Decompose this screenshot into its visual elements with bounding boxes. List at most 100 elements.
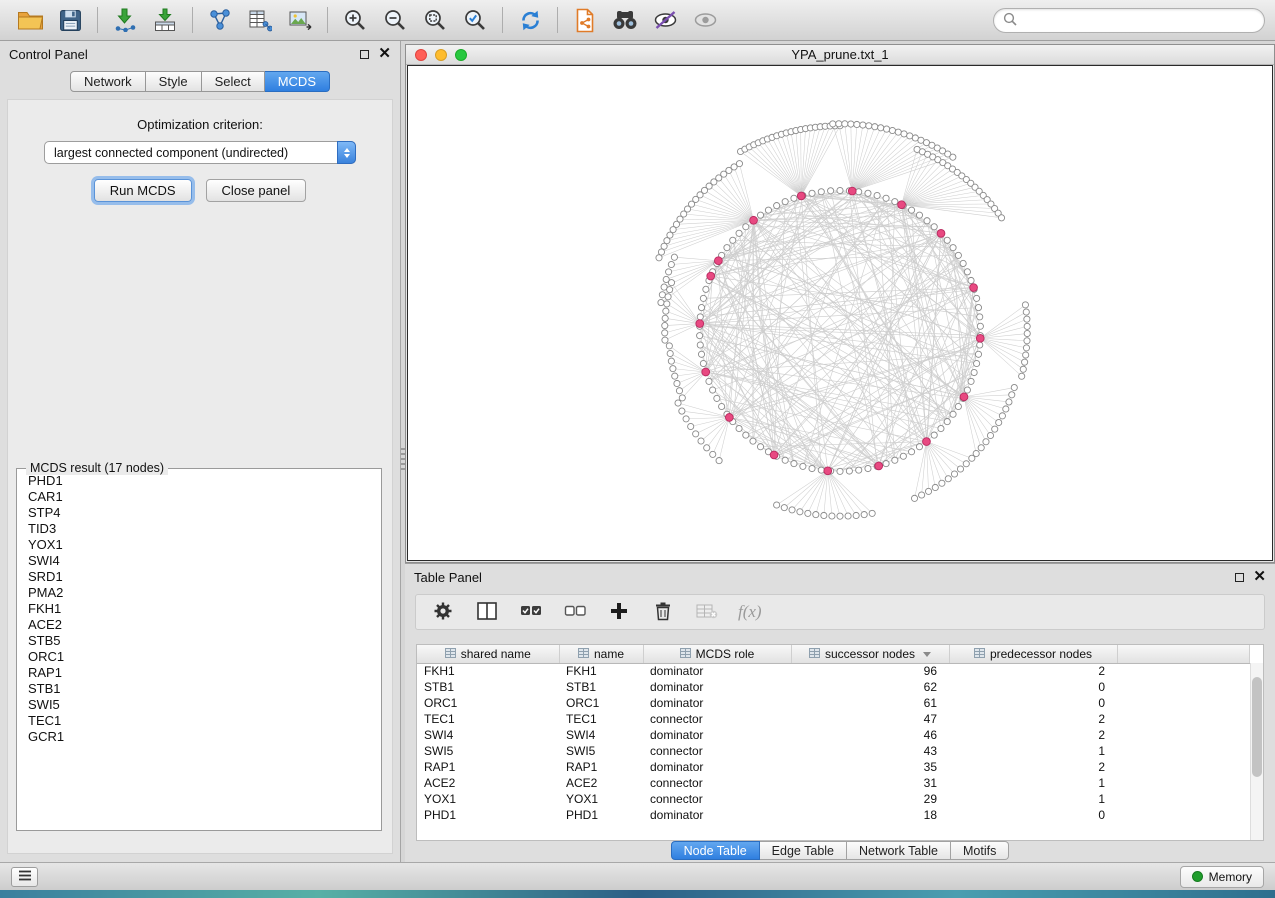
- mcds-result-item[interactable]: FKH1: [19, 601, 379, 617]
- table-settings-button[interactable]: [430, 599, 456, 625]
- table-cell[interactable]: 2: [949, 727, 1117, 743]
- export-document-button[interactable]: [565, 4, 605, 36]
- table-cell[interactable]: dominator: [643, 695, 791, 711]
- table-cell[interactable]: PHD1: [559, 807, 643, 823]
- column-header-mcds-role[interactable]: MCDS role: [643, 645, 791, 663]
- table-scrollbar[interactable]: [1250, 663, 1263, 840]
- memory-button[interactable]: Memory: [1180, 866, 1264, 888]
- table-row[interactable]: RAP1RAP1dominator352: [417, 759, 1250, 775]
- close-panel-button[interactable]: Close panel: [206, 179, 307, 202]
- clear-table-button[interactable]: [694, 599, 720, 625]
- mcds-result-item[interactable]: RAP1: [19, 665, 379, 681]
- table-cell[interactable]: dominator: [643, 807, 791, 823]
- delete-row-button[interactable]: [650, 599, 676, 625]
- table-row[interactable]: YOX1YOX1connector291: [417, 791, 1250, 807]
- window-minimize-button[interactable]: [435, 49, 447, 61]
- close-table-panel-icon[interactable]: ✕: [1253, 571, 1266, 583]
- table-cell[interactable]: FKH1: [559, 663, 643, 679]
- column-header-predecessor-nodes[interactable]: predecessor nodes: [949, 645, 1117, 663]
- table-row[interactable]: SWI5SWI5connector431: [417, 743, 1250, 759]
- network-canvas[interactable]: [407, 65, 1273, 561]
- search-input[interactable]: [1023, 13, 1255, 27]
- zoom-out-button[interactable]: [375, 4, 415, 36]
- hide-selected-button[interactable]: [645, 4, 685, 36]
- table-cell[interactable]: YOX1: [559, 791, 643, 807]
- zoom-fit-button[interactable]: [415, 4, 455, 36]
- table-cell[interactable]: YOX1: [417, 791, 559, 807]
- window-close-button[interactable]: [415, 49, 427, 61]
- table-cell[interactable]: connector: [643, 775, 791, 791]
- table-cell[interactable]: 35: [791, 759, 949, 775]
- table-cell[interactable]: 0: [949, 807, 1117, 823]
- table-cell[interactable]: 0: [949, 679, 1117, 695]
- table-cell[interactable]: STB1: [559, 679, 643, 695]
- table-cell[interactable]: 62: [791, 679, 949, 695]
- table-cell[interactable]: SWI5: [559, 743, 643, 759]
- network-window-titlebar[interactable]: YPA_prune.txt_1: [406, 45, 1274, 65]
- tab-style[interactable]: Style: [146, 71, 202, 92]
- save-session-button[interactable]: [50, 4, 90, 36]
- table-row[interactable]: ORC1ORC1dominator610: [417, 695, 1250, 711]
- table-cell[interactable]: 29: [791, 791, 949, 807]
- new-network-button[interactable]: [200, 4, 240, 36]
- mcds-result-item[interactable]: STB1: [19, 681, 379, 697]
- table-cell[interactable]: PHD1: [417, 807, 559, 823]
- table-cell[interactable]: 96: [791, 663, 949, 679]
- float-panel-icon[interactable]: [360, 50, 369, 59]
- table-cell[interactable]: dominator: [643, 679, 791, 695]
- add-row-button[interactable]: [606, 599, 632, 625]
- table-cell[interactable]: SWI4: [559, 727, 643, 743]
- table-cell[interactable]: ACE2: [417, 775, 559, 791]
- table-cell[interactable]: STB1: [417, 679, 559, 695]
- new-table-button[interactable]: [240, 4, 280, 36]
- import-network-file-button[interactable]: [105, 4, 145, 36]
- function-builder-button[interactable]: f(x): [738, 599, 762, 625]
- table-cell[interactable]: 31: [791, 775, 949, 791]
- select-all-button[interactable]: [518, 599, 544, 625]
- table-cell[interactable]: 46: [791, 727, 949, 743]
- mcds-result-item[interactable]: PMA2: [19, 585, 379, 601]
- show-columns-button[interactable]: [474, 599, 500, 625]
- tab-select[interactable]: Select: [202, 71, 265, 92]
- table-cell[interactable]: dominator: [643, 759, 791, 775]
- network-graph[interactable]: [408, 66, 1272, 560]
- float-table-panel-icon[interactable]: [1235, 573, 1244, 582]
- tab-mcds[interactable]: MCDS: [265, 71, 330, 92]
- table-row[interactable]: TEC1TEC1connector472: [417, 711, 1250, 727]
- mcds-result-item[interactable]: GCR1: [19, 729, 379, 745]
- zoom-in-button[interactable]: [335, 4, 375, 36]
- status-menu-button[interactable]: [11, 867, 38, 887]
- table-row[interactable]: ACE2ACE2connector311: [417, 775, 1250, 791]
- table-cell[interactable]: dominator: [643, 663, 791, 679]
- table-cell[interactable]: 61: [791, 695, 949, 711]
- table-cell[interactable]: 2: [949, 759, 1117, 775]
- mcds-result-item[interactable]: STB5: [19, 633, 379, 649]
- column-header-shared-name[interactable]: shared name: [417, 645, 559, 663]
- table-cell[interactable]: 2: [949, 711, 1117, 727]
- window-maximize-button[interactable]: [455, 49, 467, 61]
- mcds-result-item[interactable]: ORC1: [19, 649, 379, 665]
- table-row[interactable]: FKH1FKH1dominator962: [417, 663, 1250, 679]
- criterion-dropdown[interactable]: largest connected component (undirected): [44, 141, 356, 164]
- table-cell[interactable]: connector: [643, 743, 791, 759]
- close-panel-icon[interactable]: ✕: [378, 48, 391, 60]
- column-header-successor-nodes[interactable]: successor nodes: [791, 645, 949, 663]
- table-cell[interactable]: 1: [949, 791, 1117, 807]
- tab-motifs[interactable]: Motifs: [951, 841, 1009, 860]
- mcds-result-item[interactable]: SRD1: [19, 569, 379, 585]
- table-cell[interactable]: 18: [791, 807, 949, 823]
- table-cell[interactable]: 1: [949, 775, 1117, 791]
- export-image-button[interactable]: [280, 4, 320, 36]
- table-scrollbar-thumb[interactable]: [1252, 677, 1262, 777]
- table-row[interactable]: STB1STB1dominator620: [417, 679, 1250, 695]
- table-cell[interactable]: connector: [643, 791, 791, 807]
- deselect-all-button[interactable]: [562, 599, 588, 625]
- import-table-file-button[interactable]: [145, 4, 185, 36]
- tab-node-table[interactable]: Node Table: [671, 841, 760, 860]
- table-cell[interactable]: TEC1: [559, 711, 643, 727]
- table-cell[interactable]: dominator: [643, 727, 791, 743]
- table-cell[interactable]: ORC1: [417, 695, 559, 711]
- table-cell[interactable]: ACE2: [559, 775, 643, 791]
- table-cell[interactable]: FKH1: [417, 663, 559, 679]
- run-mcds-button[interactable]: Run MCDS: [94, 179, 192, 202]
